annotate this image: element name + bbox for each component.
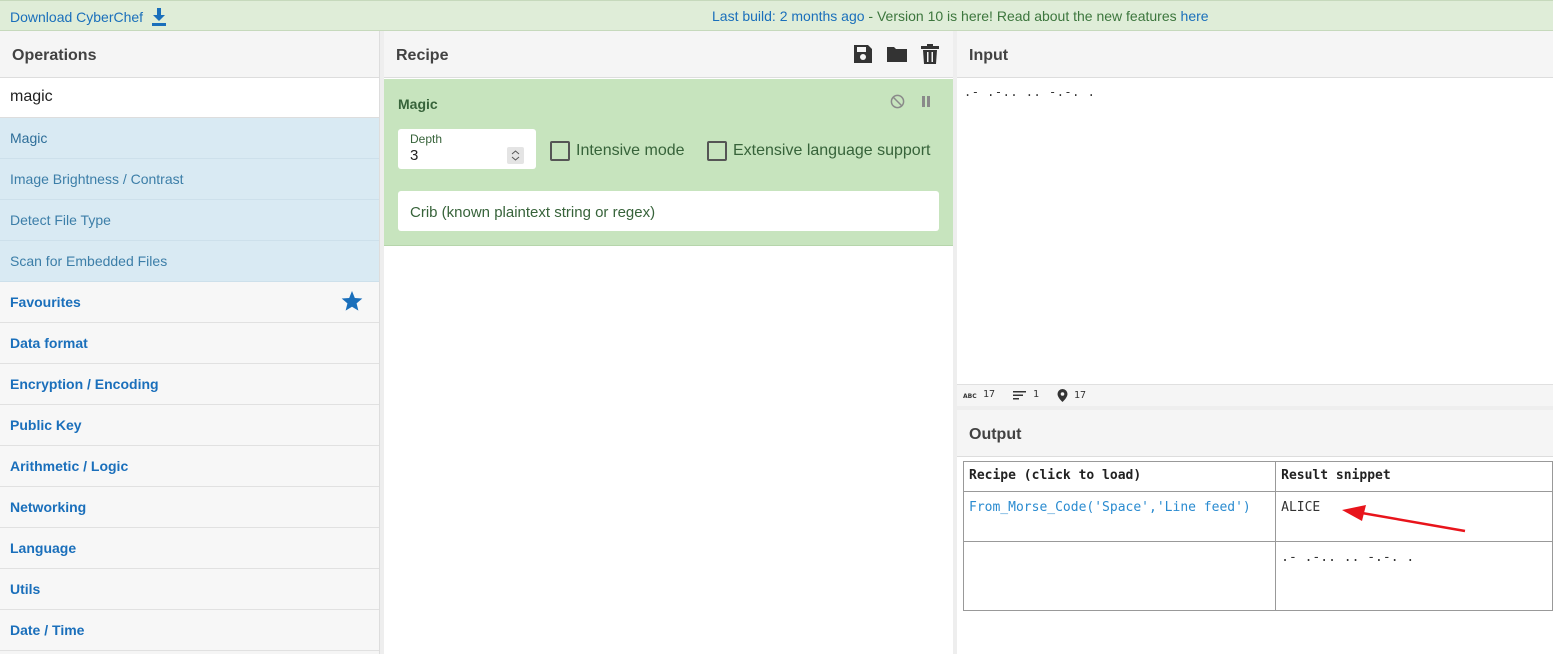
depth-label: Depth	[410, 132, 443, 146]
here-link[interactable]: here	[1181, 8, 1209, 24]
category-item[interactable]: Utils	[0, 569, 379, 610]
depth-stepper[interactable]	[507, 147, 524, 164]
operations-title: Operations	[0, 31, 379, 78]
position-value: 17	[1074, 390, 1087, 401]
category-item[interactable]: Favourites	[0, 282, 379, 323]
io-panel: Input .- .-.. .. -.-. . ABC 17 1 17 Outp…	[957, 31, 1553, 654]
category-label: Public Key	[10, 417, 82, 433]
pause-icon[interactable]	[919, 94, 933, 109]
last-build-link[interactable]: Last build: 2 months ago	[712, 8, 865, 24]
search-result-item[interactable]: Magic	[0, 118, 379, 159]
position-status: 17	[1057, 389, 1086, 402]
table-row: .- .-.. .. -.-. .	[962, 541, 1553, 611]
category-item[interactable]: Data format	[0, 323, 379, 364]
annotation-arrow-icon	[1342, 505, 1466, 533]
input-status-bar: ABC 17 1 17	[957, 384, 1553, 406]
intensive-mode-label: Intensive mode	[576, 142, 685, 159]
disable-icon[interactable]	[890, 94, 905, 109]
category-item[interactable]: Date / Time	[0, 610, 379, 651]
operations-search-input[interactable]: magic	[0, 78, 379, 118]
intensive-mode-checkbox[interactable]: Intensive mode	[550, 141, 685, 161]
crib-input[interactable]: Crib (known plaintext string or regex)	[398, 191, 939, 231]
lines-value: 1	[1033, 389, 1040, 400]
folder-icon[interactable]	[887, 44, 907, 64]
category-item[interactable]: Networking	[0, 487, 379, 528]
download-label: Download CyberChef	[10, 9, 144, 25]
notice-text: - Version 10 is here! Read about the new…	[864, 8, 1181, 24]
checkbox-box[interactable]	[707, 141, 727, 161]
search-result-item[interactable]: Detect File Type	[0, 200, 379, 241]
output-title: Output	[957, 410, 1553, 457]
operations-panel: Operations magic Magic Image Brightness /…	[0, 31, 380, 654]
extensive-language-checkbox[interactable]: Extensive language support	[707, 141, 930, 161]
input-title: Input	[957, 31, 1553, 78]
snippet-column-header: Result snippet	[1275, 461, 1553, 492]
category-item[interactable]: Language	[0, 528, 379, 569]
category-item[interactable]: Public Key	[0, 405, 379, 446]
location-pin-icon	[1057, 389, 1068, 402]
category-label: Date / Time	[10, 622, 85, 638]
extensive-language-label: Extensive language support	[733, 142, 931, 159]
search-result-item[interactable]: Scan for Embedded Files	[0, 241, 379, 282]
operation-name: Magic	[398, 96, 438, 112]
star-icon	[341, 291, 363, 311]
recipe-title: Recipe	[396, 47, 449, 64]
category-label: Data format	[10, 335, 88, 351]
abc-icon: ABC	[963, 393, 977, 399]
recipe-panel: Recipe Magic Depth 3 Intensive mode Exte…	[384, 31, 953, 654]
category-item[interactable]: Arithmetic / Logic	[0, 446, 379, 487]
depth-field[interactable]: Depth 3	[398, 129, 536, 169]
length-value: 17	[983, 389, 996, 400]
version-notice: Last build: 2 months ago - Version 10 is…	[712, 8, 1209, 24]
magic-operation-card[interactable]: Magic Depth 3 Intensive mode Extensive l…	[384, 79, 953, 246]
category-label: Arithmetic / Logic	[10, 458, 129, 474]
svg-text:ABC: ABC	[963, 393, 977, 399]
category-label: Networking	[10, 499, 87, 515]
recipe-load-link[interactable]: From_Morse_Code('Space','Line feed')	[962, 491, 1277, 542]
search-result-item[interactable]: Image Brightness / Contrast	[0, 159, 379, 200]
top-banner: Download CyberChef Last build: 2 months …	[0, 0, 1553, 31]
recipe-header: Recipe	[384, 31, 953, 78]
recipe-load-link[interactable]	[962, 541, 1277, 611]
category-label: Favourites	[10, 294, 81, 310]
input-textarea[interactable]: .- .-.. .. -.-. .	[964, 85, 1095, 99]
length-status: ABC 17	[963, 389, 995, 400]
category-item[interactable]: Encryption / Encoding	[0, 364, 379, 405]
magic-results-table: Recipe (click to load) Result snippet Fr…	[962, 461, 1553, 611]
category-label: Utils	[10, 581, 41, 597]
lines-icon	[1013, 390, 1026, 399]
save-icon[interactable]	[853, 44, 873, 64]
trash-icon[interactable]	[921, 44, 939, 64]
lines-status: 1	[1013, 389, 1039, 400]
stepper-icon	[511, 150, 520, 161]
download-icon	[152, 8, 167, 26]
result-snippet: .- .-.. .. -.-. .	[1275, 541, 1553, 611]
download-cyberchef-link[interactable]: Download CyberChef	[10, 8, 167, 26]
checkbox-box[interactable]	[550, 141, 570, 161]
recipe-column-header: Recipe (click to load)	[962, 461, 1277, 492]
category-label: Language	[10, 540, 77, 556]
category-label: Encryption / Encoding	[10, 376, 159, 392]
